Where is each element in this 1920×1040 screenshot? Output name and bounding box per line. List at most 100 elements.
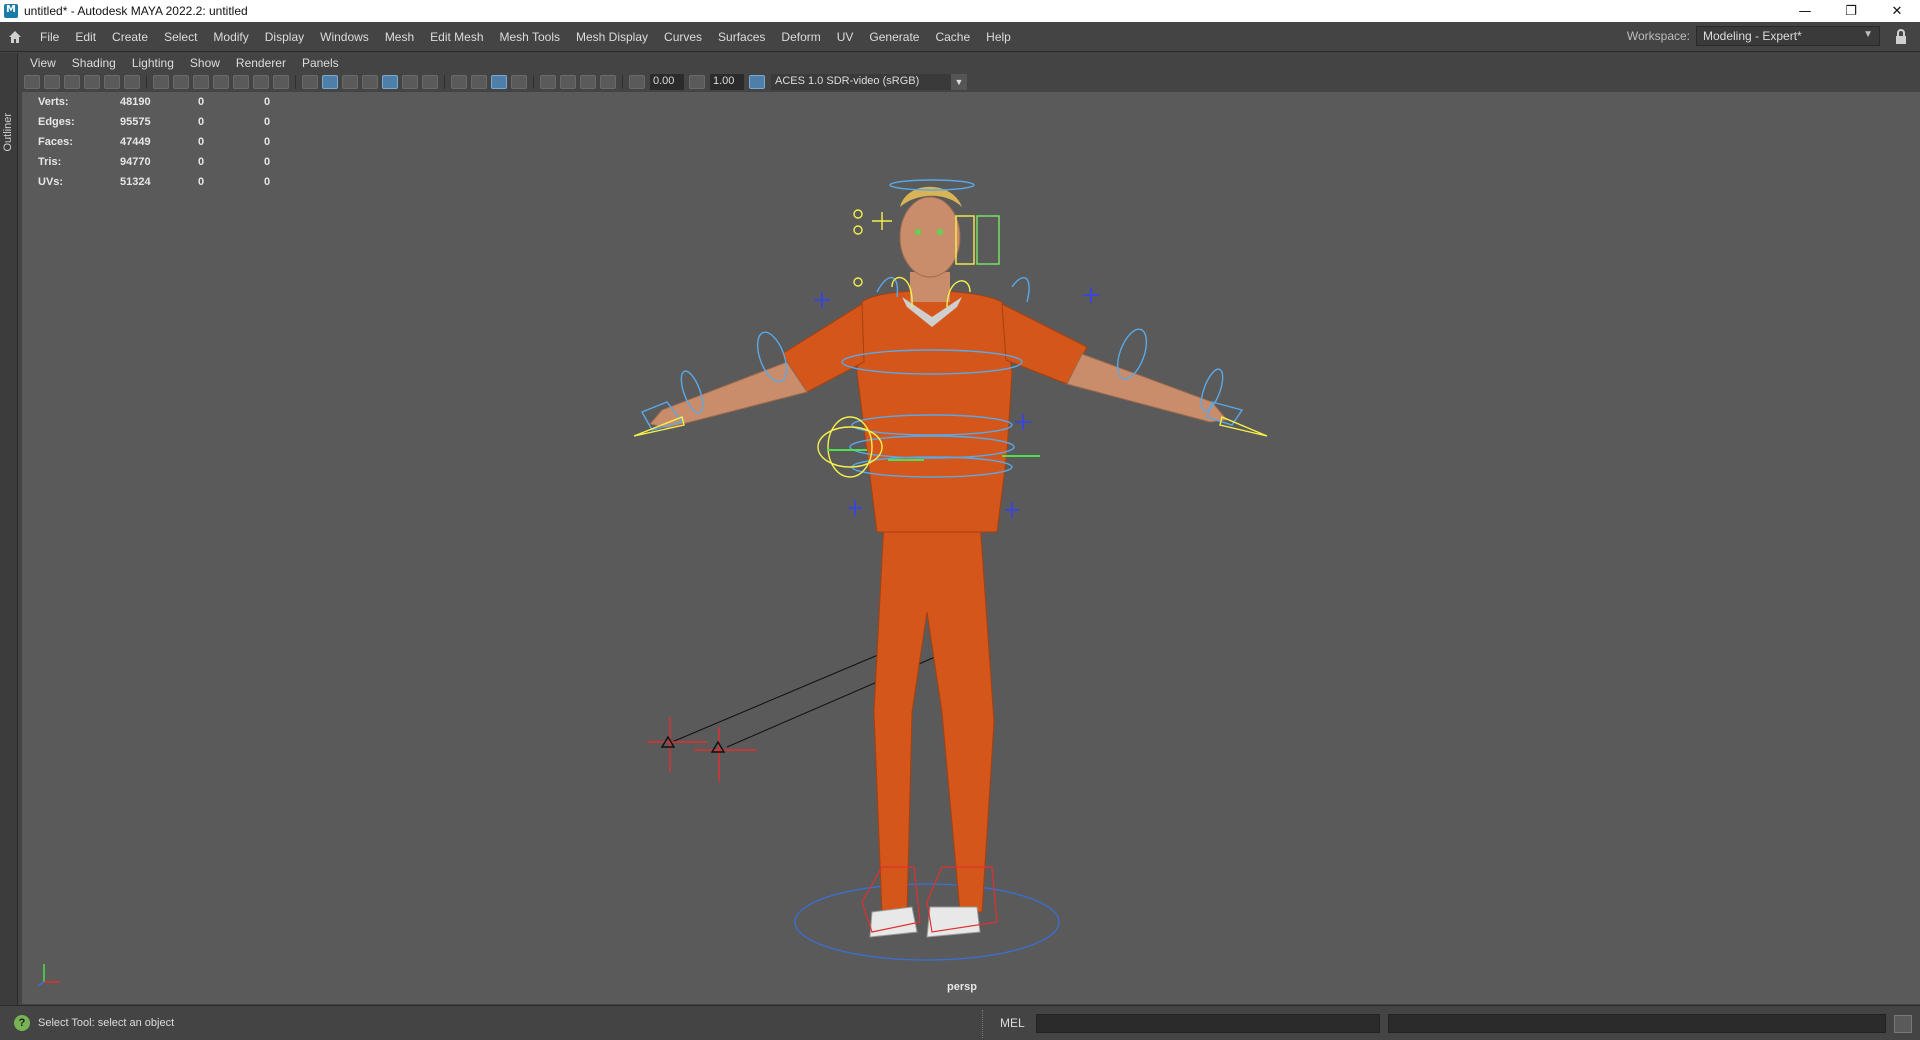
wireframe-icon[interactable] — [302, 75, 318, 89]
exposure-icon[interactable] — [629, 75, 645, 89]
camera-locators[interactable] — [647, 717, 757, 782]
xray-active-components-icon[interactable] — [580, 75, 596, 89]
status-separator — [982, 1010, 984, 1038]
gamma-icon[interactable] — [689, 75, 705, 89]
textured-icon[interactable] — [382, 75, 398, 89]
two-d-pan-icon[interactable] — [104, 75, 120, 89]
exposure-field[interactable]: 0.00 — [650, 74, 684, 90]
menu-deform[interactable]: Deform — [773, 22, 828, 52]
image-plane-icon[interactable] — [84, 75, 100, 89]
hud-selected: 0 — [198, 96, 205, 108]
home-icon[interactable] — [4, 26, 26, 48]
isolate-select-icon[interactable] — [540, 75, 556, 89]
menu-help[interactable]: Help — [978, 22, 1019, 52]
panel-menu-renderer[interactable]: Renderer — [228, 56, 294, 70]
panel-menu-show[interactable]: Show — [182, 56, 228, 70]
menu-file[interactable]: File — [32, 22, 67, 52]
script-editor-icon[interactable] — [1894, 1015, 1912, 1033]
character-mesh[interactable] — [649, 186, 1228, 938]
menu-edit[interactable]: Edit — [67, 22, 104, 52]
hud-value: 51324 — [120, 176, 151, 188]
grease-pencil-icon[interactable] — [124, 75, 140, 89]
motion-blur-icon[interactable] — [471, 75, 487, 89]
depth-of-field-icon[interactable] — [511, 75, 527, 89]
menu-display[interactable]: Display — [257, 22, 312, 52]
root-control-curve[interactable] — [794, 883, 1060, 961]
gate-mask-icon[interactable] — [213, 75, 229, 89]
menu-surfaces[interactable]: Surfaces — [710, 22, 773, 52]
panel-menu-lighting[interactable]: Lighting — [124, 56, 182, 70]
default-material-icon[interactable] — [342, 75, 358, 89]
outliner-side-tab[interactable]: Outliner — [0, 53, 18, 1005]
hud-value: 48190 — [120, 96, 151, 108]
camera-attributes-icon[interactable] — [44, 75, 60, 89]
lock-icon[interactable] — [1894, 28, 1912, 46]
view-transform-value: ACES 1.0 SDR-video (sRGB) — [775, 75, 920, 87]
toolbar-separator — [146, 75, 147, 89]
hud-value: 94770 — [120, 156, 151, 168]
menu-generate[interactable]: Generate — [861, 22, 927, 52]
field-chart-icon[interactable] — [233, 75, 249, 89]
menu-windows[interactable]: Windows — [312, 22, 377, 52]
command-result-field — [1388, 1014, 1886, 1033]
help-line-bar: ? Select Tool: select an object MEL — [0, 1005, 1920, 1040]
view-axis-icon — [36, 952, 76, 992]
maya-app-icon — [4, 4, 18, 18]
shadows-icon[interactable] — [422, 75, 438, 89]
hud-selected: 0 — [198, 156, 205, 168]
chevron-down-icon: ▼ — [951, 74, 967, 90]
wireframe-on-shaded-icon[interactable] — [362, 75, 378, 89]
menu-mesh[interactable]: Mesh — [377, 22, 422, 52]
safe-title-icon[interactable] — [273, 75, 289, 89]
hud-label: Faces: — [38, 136, 73, 148]
hud-value: 95575 — [120, 116, 151, 128]
film-gate-icon[interactable] — [173, 75, 189, 89]
menu-mesh-display[interactable]: Mesh Display — [568, 22, 656, 52]
panel-menu-shading[interactable]: Shading — [64, 56, 124, 70]
scene-canvas[interactable] — [22, 92, 1920, 1004]
outliner-tab-label: Outliner — [2, 113, 14, 152]
view-transform-dropdown[interactable]: ACES 1.0 SDR-video (sRGB) ▼ — [771, 74, 967, 90]
panel-menu-view[interactable]: View — [22, 56, 64, 70]
menu-create[interactable]: Create — [104, 22, 156, 52]
workspace-dropdown[interactable]: Modeling - Expert* ▼ — [1696, 26, 1880, 46]
select-camera-icon[interactable] — [24, 75, 40, 89]
multisample-aa-icon[interactable] — [491, 75, 507, 89]
menu-edit-mesh[interactable]: Edit Mesh — [422, 22, 491, 52]
viewport-persp[interactable]: Verts: 48190 0 0 Edges: 95575 0 0 Faces:… — [22, 92, 1920, 1004]
grid-icon[interactable] — [153, 75, 169, 89]
safe-action-icon[interactable] — [253, 75, 269, 89]
use-all-lights-icon[interactable] — [402, 75, 418, 89]
menu-mesh-tools[interactable]: Mesh Tools — [492, 22, 568, 52]
help-icon[interactable]: ? — [14, 1015, 30, 1031]
menu-modify[interactable]: Modify — [205, 22, 256, 52]
hud-row-uvs: UVs: 51324 0 0 — [38, 172, 304, 192]
smooth-shade-icon[interactable] — [322, 75, 338, 89]
title-bar: untitled* - Autodesk MAYA 2022.2: untitl… — [0, 0, 1920, 22]
poly-count-hud: Verts: 48190 0 0 Edges: 95575 0 0 Faces:… — [38, 92, 304, 192]
hud-uv: 0 — [264, 96, 271, 108]
minimize-button[interactable]: — — [1782, 0, 1828, 22]
hud-uv: 0 — [264, 116, 271, 128]
menu-curves[interactable]: Curves — [656, 22, 710, 52]
window-controls: — ❐ ✕ — [1782, 0, 1920, 22]
gamma-field[interactable]: 1.00 — [710, 74, 744, 90]
menu-select[interactable]: Select — [156, 22, 205, 52]
hud-row-verts: Verts: 48190 0 0 — [38, 92, 304, 112]
restore-button[interactable]: ❐ — [1828, 0, 1874, 22]
xray-joints-icon[interactable] — [600, 75, 616, 89]
screen-space-ao-icon[interactable] — [451, 75, 467, 89]
mel-label[interactable]: MEL — [1000, 1016, 1025, 1030]
toolbar-separator — [295, 75, 296, 89]
close-button[interactable]: ✕ — [1874, 0, 1920, 22]
bookmark-icon[interactable] — [64, 75, 80, 89]
menu-cache[interactable]: Cache — [927, 22, 978, 52]
xray-icon[interactable] — [560, 75, 576, 89]
command-line-input[interactable] — [1036, 1014, 1380, 1033]
menu-uv[interactable]: UV — [829, 22, 862, 52]
toolbar-separator — [533, 75, 534, 89]
resolution-gate-icon[interactable] — [193, 75, 209, 89]
color-management-icon[interactable] — [749, 75, 765, 89]
chevron-down-icon: ▼ — [1863, 29, 1873, 40]
panel-menu-panels[interactable]: Panels — [294, 56, 347, 70]
